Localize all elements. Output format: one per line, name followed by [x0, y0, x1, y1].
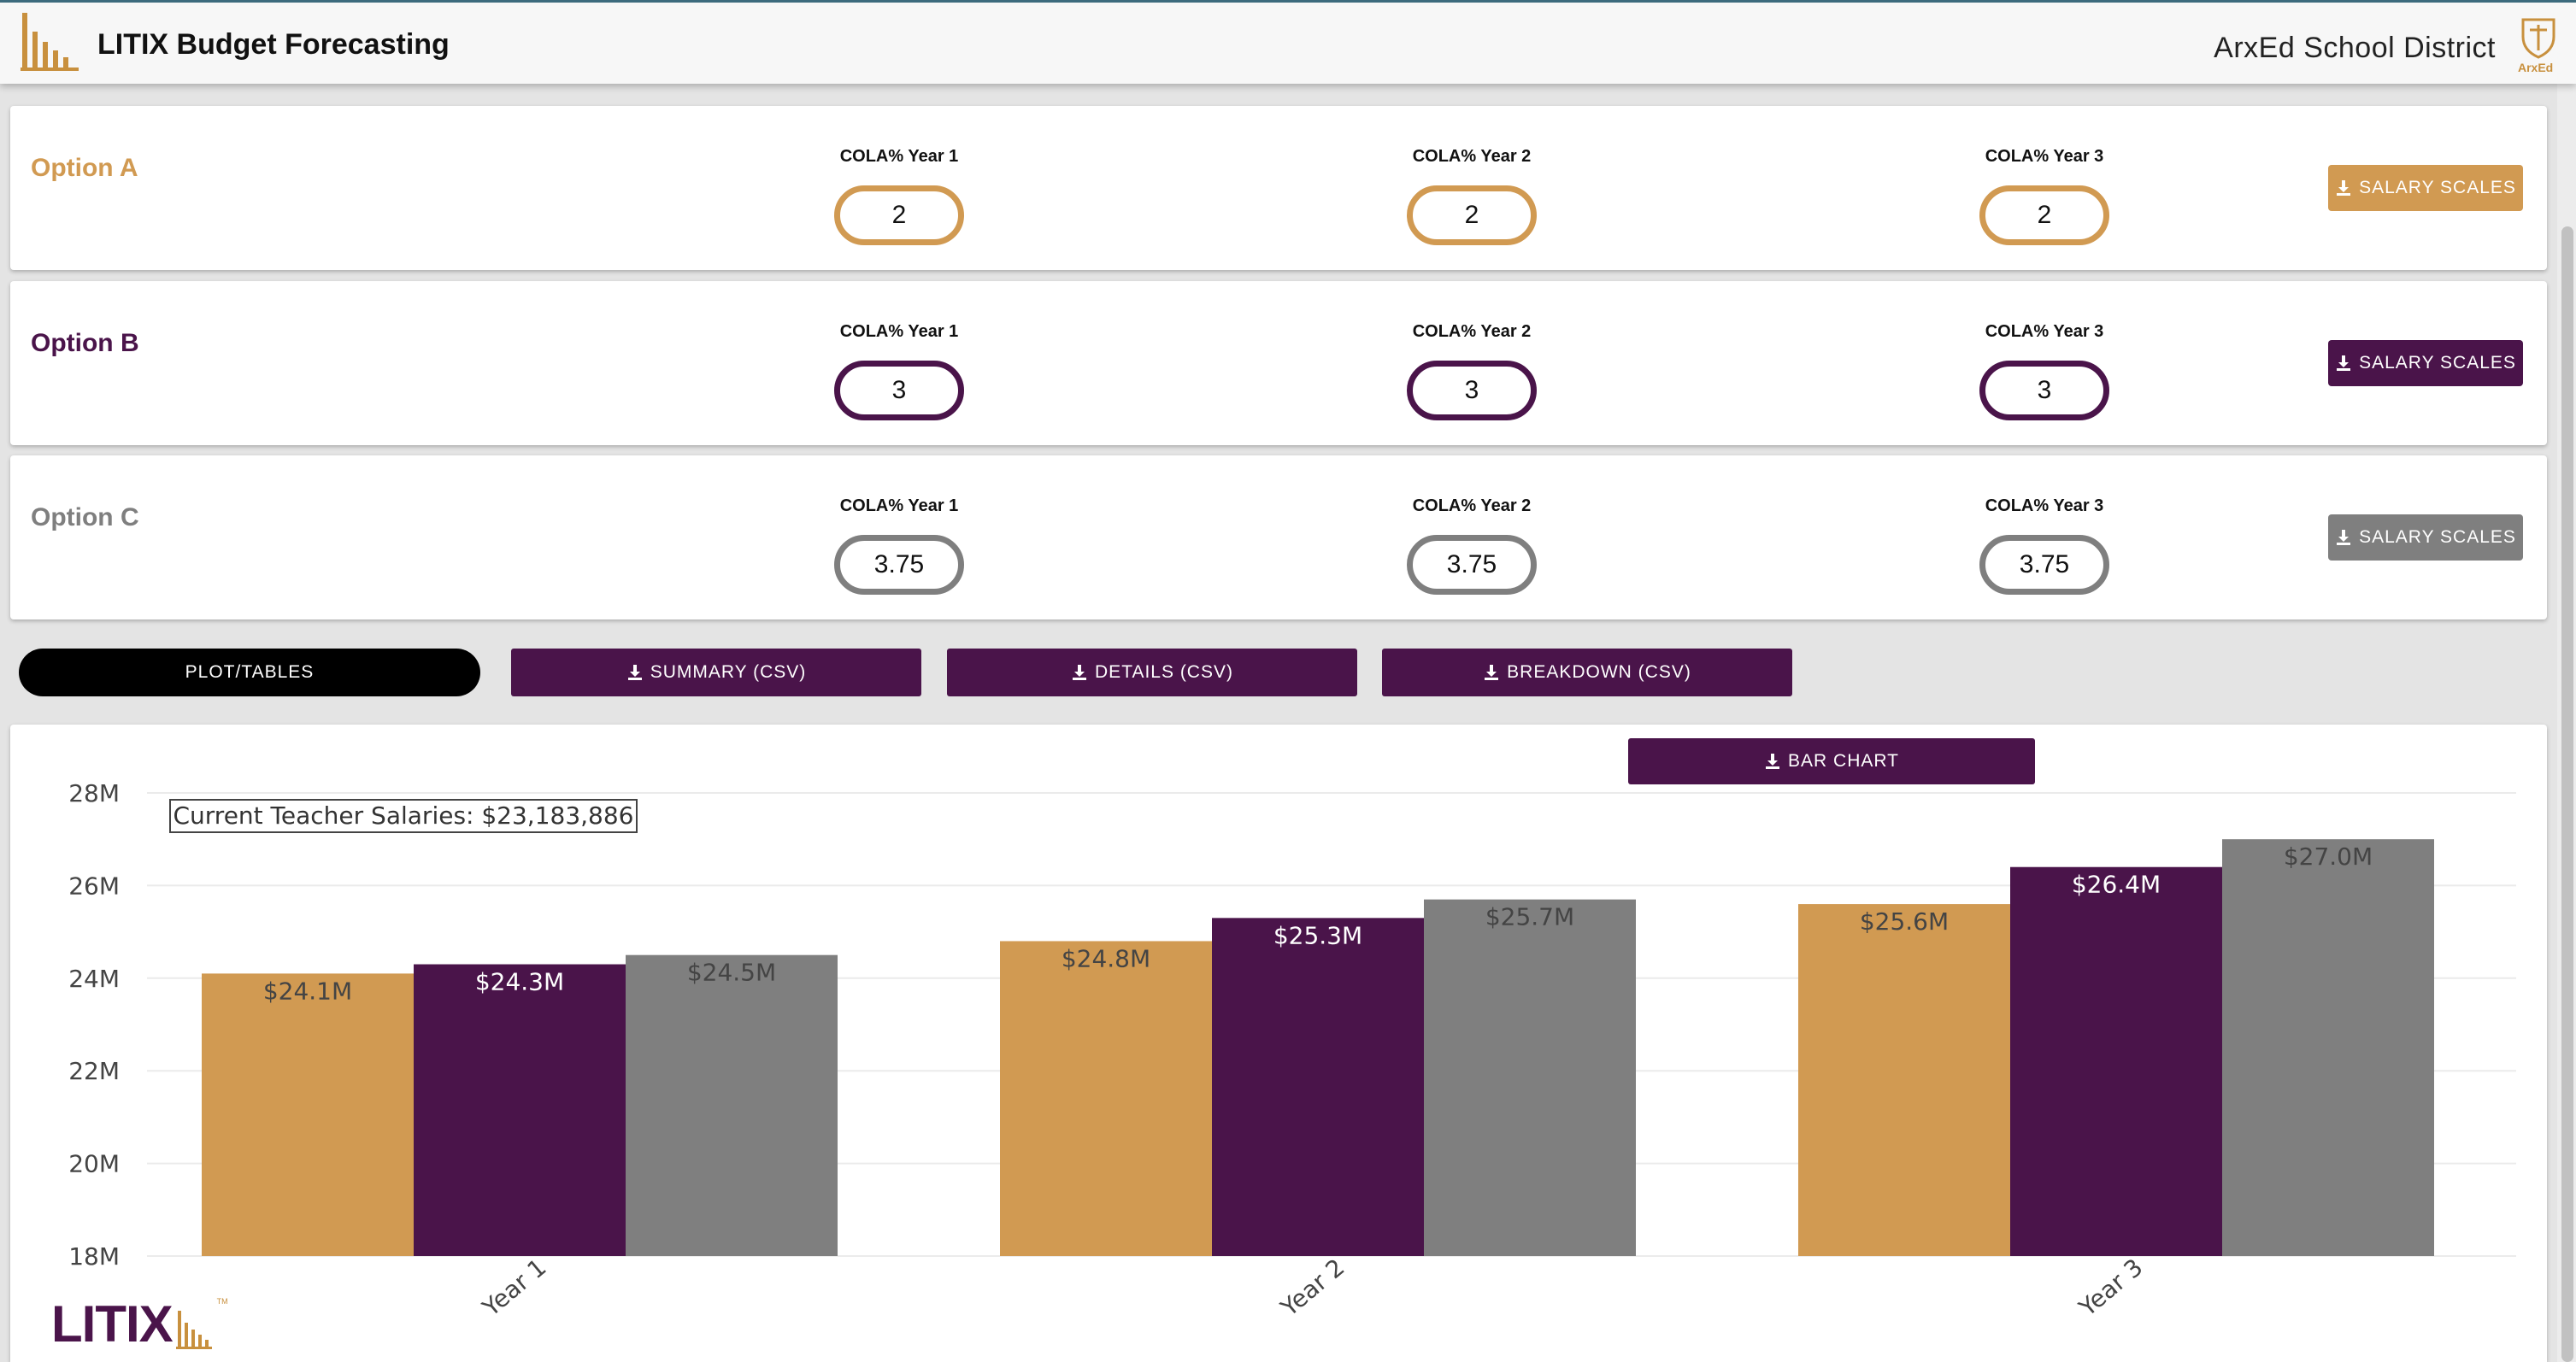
bar — [626, 954, 838, 1256]
download-icon — [1485, 665, 1499, 680]
y-tick-label: 28M — [68, 779, 120, 807]
option-c-year3-input[interactable]: 3.75 — [1979, 535, 2109, 595]
option-c-year1-input[interactable]: 3.75 — [834, 535, 964, 595]
bar — [1798, 904, 2010, 1256]
option-a-year2-field: COLA% Year 2 2 — [1361, 147, 1583, 245]
bar-data-label: $24.5M — [687, 959, 776, 987]
field-label: COLA% Year 3 — [1985, 496, 2104, 515]
field-label: COLA% Year 1 — [839, 496, 959, 515]
download-icon — [1766, 754, 1780, 769]
option-a-year1-input[interactable]: 2 — [834, 185, 964, 245]
bar — [1000, 941, 1212, 1256]
option-b-year2-field: COLA% Year 2 3 — [1361, 322, 1583, 420]
arxed-logo: ArxEd — [2516, 16, 2561, 74]
download-icon — [1073, 665, 1087, 680]
bar — [2010, 866, 2222, 1256]
field-label: COLA% Year 3 — [1985, 322, 2104, 341]
option-b-year3-field: COLA% Year 3 3 — [1933, 322, 2155, 420]
salary-bar-chart: 18M 20M 22M 24M 26M 28M $24.1M $24.3M $24.5M Year… — [68, 779, 2516, 1323]
x-tick-label: Year 2 — [1275, 1253, 1350, 1322]
option-b-salary-scales-button[interactable]: SALARY SCALES — [2328, 340, 2523, 386]
button-label: SALARY SCALES — [2359, 353, 2516, 373]
arxed-logo-text: ArxEd — [2518, 61, 2554, 74]
bar-data-label: $25.3M — [1273, 921, 1362, 949]
option-c-title: Option C — [31, 503, 139, 531]
y-tick-label: 26M — [68, 872, 120, 900]
bar — [1212, 918, 1424, 1256]
y-tick-label: 20M — [68, 1150, 120, 1178]
option-b-card: Option B COLA% Year 1 3 COLA% Year 2 3 C… — [10, 281, 2547, 445]
download-icon — [2337, 355, 2351, 371]
bar-data-label: $25.7M — [1485, 903, 1574, 931]
button-label: PLOT/TABLES — [185, 662, 315, 682]
download-icon — [2337, 530, 2351, 545]
download-icon — [627, 665, 642, 680]
option-b-year3-input[interactable]: 3 — [1979, 361, 2109, 420]
page-scrollbar-thumb[interactable] — [2561, 226, 2573, 1362]
arxed-shield-icon — [2521, 18, 2555, 59]
plot-tables-toggle-button[interactable]: PLOT/TABLES — [19, 649, 480, 696]
litix-bars-logo-icon — [21, 13, 79, 71]
trademark-mark: TM — [216, 1297, 228, 1306]
field-label: COLA% Year 2 — [1412, 496, 1532, 515]
field-label: COLA% Year 3 — [1985, 147, 2104, 166]
bar-data-label: $26.4M — [2072, 871, 2161, 899]
x-tick-label: Year 1 — [477, 1253, 552, 1322]
field-label: COLA% Year 2 — [1412, 147, 1532, 166]
option-c-card: Option C COLA% Year 1 3.75 COLA% Year 2 … — [10, 455, 2547, 619]
option-b-title: Option B — [31, 329, 139, 357]
summary-csv-button[interactable]: SUMMARY (CSV) — [511, 649, 921, 696]
option-c-salary-scales-button[interactable]: SALARY SCALES — [2328, 514, 2523, 561]
option-b-year1-input[interactable]: 3 — [834, 361, 964, 420]
option-a-title: Option A — [31, 154, 138, 182]
button-label: SALARY SCALES — [2359, 527, 2516, 547]
litix-bars-small-icon — [175, 1311, 212, 1349]
y-tick-label: 22M — [68, 1057, 120, 1085]
option-c-year1-field: COLA% Year 1 3.75 — [788, 496, 1010, 595]
option-a-card: Option A COLA% Year 1 2 COLA% Year 2 2 C… — [10, 106, 2547, 270]
button-label: SUMMARY (CSV) — [650, 662, 807, 682]
option-c-year3-field: COLA% Year 3 3.75 — [1933, 496, 2155, 595]
option-a-year1-field: COLA% Year 1 2 — [788, 147, 1010, 245]
download-icon — [2337, 180, 2351, 196]
button-label: DETAILS (CSV) — [1095, 662, 1233, 682]
option-c-year2-field: COLA% Year 2 3.75 — [1361, 496, 1583, 595]
app-title: LITIX Budget Forecasting — [97, 28, 450, 61]
option-b-year2-input[interactable]: 3 — [1407, 361, 1537, 420]
bar — [1424, 899, 1636, 1256]
bar-chart-download-button[interactable]: BAR CHART — [1628, 738, 2035, 784]
details-csv-button[interactable]: DETAILS (CSV) — [947, 649, 1357, 696]
y-tick-label: 18M — [68, 1242, 120, 1271]
bar — [202, 973, 414, 1256]
current-salaries-annotation: Current Teacher Salaries: $23,183,886 — [173, 801, 633, 830]
option-a-year3-input[interactable]: 2 — [1979, 185, 2109, 245]
button-label: SALARY SCALES — [2359, 178, 2516, 197]
option-b-year1-field: COLA% Year 1 3 — [788, 322, 1010, 420]
y-tick-label: 24M — [68, 965, 120, 993]
breakdown-csv-button[interactable]: BREAKDOWN (CSV) — [1382, 649, 1792, 696]
x-tick-label: Year 3 — [2073, 1253, 2149, 1322]
option-a-year2-input[interactable]: 2 — [1407, 185, 1537, 245]
button-label: BAR CHART — [1788, 751, 1899, 771]
button-label: BREAKDOWN (CSV) — [1507, 662, 1691, 682]
field-label: COLA% Year 1 — [839, 322, 959, 341]
option-c-year2-input[interactable]: 3.75 — [1407, 535, 1537, 595]
bar-data-label: $27.0M — [2284, 842, 2373, 871]
field-label: COLA% Year 1 — [839, 147, 959, 166]
district-name: ArxEd School District — [2214, 32, 2496, 64]
option-a-year3-field: COLA% Year 3 2 — [1933, 147, 2155, 245]
chart-panel: 18M 20M 22M 24M 26M 28M $24.1M $24.3M $24.5M Year… — [10, 725, 2547, 1362]
top-app-bar: LITIX Budget Forecasting ArxEd School Di… — [0, 0, 2576, 84]
option-a-salary-scales-button[interactable]: SALARY SCALES — [2328, 165, 2523, 211]
bar-data-label: $25.6M — [1860, 907, 1949, 936]
field-label: COLA% Year 2 — [1412, 322, 1532, 341]
litix-logo-text: LITIX — [51, 1295, 173, 1353]
bar — [2222, 839, 2434, 1256]
litix-footer-logo: LITIX TM — [51, 1295, 228, 1353]
bar-data-label: $24.1M — [263, 977, 352, 1005]
bar-data-label: $24.8M — [1062, 944, 1150, 972]
bar — [414, 964, 626, 1256]
bar-data-label: $24.3M — [475, 968, 564, 996]
